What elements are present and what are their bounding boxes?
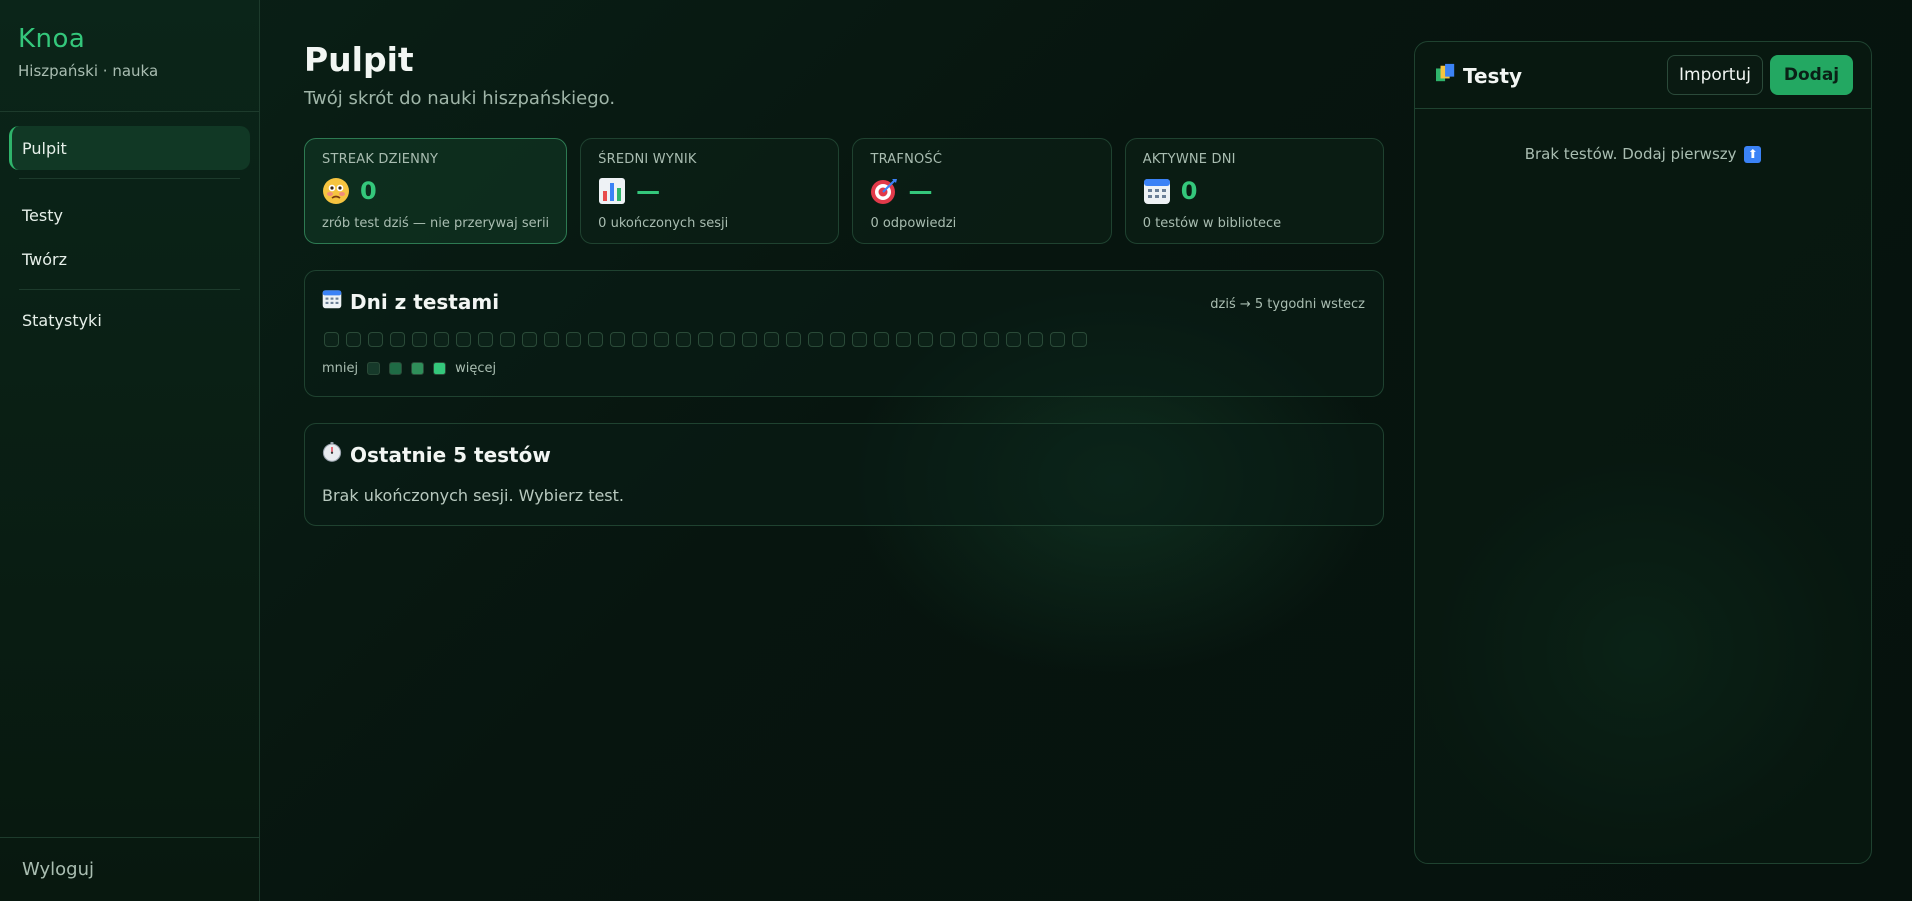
- heatmap-day-cell: [456, 332, 471, 347]
- books-icon: [1435, 63, 1457, 88]
- brand: Knoa Hiszpański · nauka: [0, 0, 259, 112]
- heatmap-day-cell: [852, 332, 867, 347]
- stat-value: 0: [1180, 177, 1198, 205]
- stat-value: —: [908, 177, 933, 205]
- stat-card-average: ŚREDNI WYNIK — 0 ukończonych sesji: [580, 138, 840, 244]
- heatmap-day-cell: [1072, 332, 1087, 347]
- heatmap-day-cell: [1028, 332, 1043, 347]
- stat-caption: 0 ukończonych sesji: [598, 216, 729, 231]
- days-panel-note: dziś → 5 tygodni wstecz: [1210, 297, 1365, 312]
- heatmap-day-cell: [676, 332, 691, 347]
- sidebar-item-testy[interactable]: Testy: [9, 193, 250, 237]
- stat-label: ŚREDNI WYNIK: [598, 152, 697, 167]
- page-subtitle: Twój skrót do nauki hiszpańskiego.: [304, 88, 616, 109]
- heatmap-day-cell: [412, 332, 427, 347]
- heatmap-legend: mniej więcej: [322, 361, 496, 376]
- sidebar-item-pulpit[interactable]: Pulpit: [9, 126, 250, 170]
- nav-divider: [19, 178, 240, 179]
- app-subtitle: Hiszpański · nauka: [18, 62, 159, 80]
- heatmap-day-cell: [1006, 332, 1021, 347]
- nav-divider: [19, 289, 240, 290]
- stat-label: STREAK DZIENNY: [322, 152, 439, 167]
- logout-area: Wyloguj: [0, 837, 259, 901]
- target-icon: [870, 177, 898, 205]
- heatmap-day-cell: [764, 332, 779, 347]
- heatmap-day-cell: [896, 332, 911, 347]
- legend-swatch: [389, 362, 403, 375]
- calendar-icon: [1143, 177, 1171, 205]
- stat-card-streak: STREAK DZIENNY 0 zrób test dziś — nie pr…: [304, 138, 568, 244]
- heatmap-day-cell: [720, 332, 735, 347]
- heatmap-day-cell: [940, 332, 955, 347]
- days-with-tests-panel: Dni z testami dziś → 5 tygodni wstecz mn…: [304, 270, 1384, 397]
- tests-panel-header: Testy Importuj Dodaj: [1415, 42, 1871, 109]
- heatmap-day-cell: [522, 332, 537, 347]
- stat-label: TRAFNOŚĆ: [870, 152, 943, 167]
- days-panel-title: Dni z testami: [350, 289, 500, 314]
- tests-panel-title-wrap: Testy: [1435, 63, 1522, 88]
- app-name: Knoa: [18, 24, 86, 54]
- heatmap-day-cell: [610, 332, 625, 347]
- heatmap-day-cell: [742, 332, 757, 347]
- heatmap-day-cell: [830, 332, 845, 347]
- heatmap-day-cell: [632, 332, 647, 347]
- stat-caption: 0 testów w bibliotece: [1142, 216, 1282, 231]
- sidebar: Knoa Hiszpański · nauka Pulpit Testy Twó…: [0, 0, 260, 901]
- heatmap-day-cell: [918, 332, 933, 347]
- heatmap-day-cell: [984, 332, 999, 347]
- heatmap-day-cell: [434, 332, 449, 347]
- heatmap-day-cell: [654, 332, 669, 347]
- heatmap-day-cell: [698, 332, 713, 347]
- stat-card-active-days: AKTYWNE DNI 0 0 testów w bibliotece: [1124, 138, 1385, 244]
- heatmap-day-cell: [478, 332, 493, 347]
- heatmap-day-cell: [500, 332, 515, 347]
- recent-tests-panel: Ostatnie 5 testów Brak ukończonych sesji…: [304, 423, 1384, 526]
- tests-panel-title: Testy: [1463, 63, 1523, 88]
- legend-more: więcej: [455, 361, 497, 376]
- heatmap-day-cell: [962, 332, 977, 347]
- stats-row: STREAK DZIENNY 0 zrób test dziś — nie pr…: [304, 138, 1385, 244]
- calendar-icon: [322, 289, 342, 314]
- heatmap-day-cell: [1050, 332, 1065, 347]
- heatmap-day-cell: [588, 332, 603, 347]
- stopwatch-icon: [322, 442, 342, 467]
- sidebar-item-tworz[interactable]: Twórz: [9, 237, 250, 281]
- heatmap-day-cell: [324, 332, 339, 347]
- stat-caption: zrób test dziś — nie przerywaj serii: [322, 216, 550, 231]
- stat-card-accuracy: TRAFNOŚĆ — 0 odpowiedzi: [852, 138, 1112, 244]
- heatmap-day-cell: [346, 332, 361, 347]
- stat-label: AKTYWNE DNI: [1142, 152, 1236, 167]
- heatmap-day-cell: [368, 332, 383, 347]
- legend-swatch: [433, 362, 447, 375]
- legend-swatch: [367, 362, 381, 375]
- bar-chart-icon: [598, 177, 626, 205]
- add-button[interactable]: Dodaj: [1770, 55, 1853, 95]
- legend-swatch: [411, 362, 425, 375]
- sidebar-nav: Pulpit Testy Twórz Statystyki: [0, 112, 259, 342]
- heatmap-day-cell: [390, 332, 405, 347]
- logout-button[interactable]: Wyloguj: [22, 859, 94, 880]
- up-arrow-icon: ⬆: [1744, 146, 1762, 163]
- recent-panel-title: Ostatnie 5 testów: [350, 442, 551, 467]
- heatmap-day-cell: [874, 332, 889, 347]
- tests-empty-message: Brak testów. Dodaj pierwszy ⬆: [1415, 145, 1871, 163]
- import-button[interactable]: Importuj: [1667, 55, 1763, 95]
- page-title: Pulpit: [304, 40, 414, 79]
- stat-value: —: [636, 177, 661, 205]
- heatmap-day-cell: [808, 332, 823, 347]
- flushed-face-icon: [322, 177, 350, 205]
- heatmap-day-cell: [544, 332, 559, 347]
- tests-panel: Testy Importuj Dodaj Brak testów. Dodaj …: [1414, 41, 1872, 864]
- tests-empty-text: Brak testów. Dodaj pierwszy: [1524, 145, 1737, 163]
- stat-caption: 0 odpowiedzi: [870, 216, 957, 231]
- panel-title: Dni z testami: [322, 289, 499, 314]
- sidebar-item-statystyki[interactable]: Statystyki: [9, 298, 250, 342]
- legend-less: mniej: [322, 361, 359, 376]
- stat-value: 0: [360, 177, 377, 205]
- recent-empty-message: Brak ukończonych sesji. Wybierz test.: [322, 486, 624, 505]
- heatmap-day-cell: [786, 332, 801, 347]
- panel-title: Ostatnie 5 testów: [322, 442, 551, 467]
- activity-heatmap: [324, 332, 1087, 347]
- heatmap-day-cell: [566, 332, 581, 347]
